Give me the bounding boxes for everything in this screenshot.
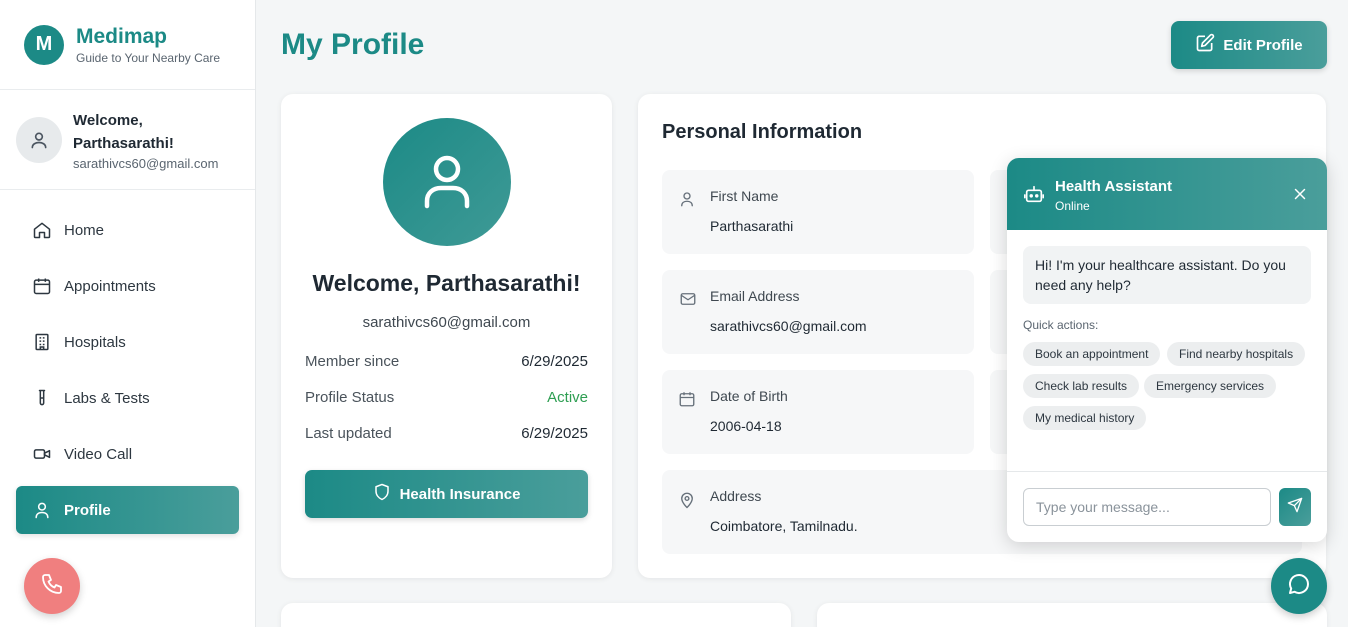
building-icon [32,332,52,352]
user-avatar-icon [16,116,62,163]
brand: M Medimap Guide to Your Nearby Care [0,0,255,90]
sidebar-item-appointments[interactable]: Appointments [16,262,239,310]
quick-action-lab-results[interactable]: Check lab results [1023,374,1140,398]
status-badge: Active [547,389,588,406]
shield-icon [373,482,400,506]
dob-field: Date of Birth 2006-04-18 [662,370,974,454]
mail-icon [678,290,698,310]
brand-logo: M [24,24,64,65]
sidebar-nav: Home Appointments Hospitals Labs & Tests… [0,190,255,534]
sidebar-item-video-call[interactable]: Video Call [16,430,239,478]
field-label: Address [710,488,762,504]
chat-message-input[interactable] [1023,488,1271,526]
health-assistant-chat: Health Assistant Online Hi! I'm your hea… [1007,158,1327,542]
profile-avatar-icon [383,118,511,246]
bottom-card-left [281,603,791,627]
quick-action-find-hospitals[interactable]: Find nearby hospitals [1167,342,1306,366]
personal-info-title: Personal Information [662,121,863,143]
edit-icon [1195,33,1223,57]
profile-email: sarathivcs60@gmail.com [362,314,531,331]
user-icon [678,190,698,210]
quick-actions-label: Quick actions: [1023,318,1099,332]
first-name-field: First Name Parthasarathi [662,170,974,254]
chat-status: Online [1055,199,1090,213]
user-email: sarathivcs60@gmail.com [73,155,219,171]
chat-bubble-icon [1287,572,1311,601]
last-updated-row: Last updated 6/29/2025 [305,425,588,442]
field-label: Email Address [710,288,800,304]
field-label: First Name [710,188,779,204]
row-value: 6/29/2025 [521,425,588,442]
send-button[interactable] [1279,488,1311,526]
quick-action-book-appointment[interactable]: Book an appointment [1023,342,1161,366]
sidebar-item-label: Labs & Tests [64,389,150,407]
brand-tagline: Guide to Your Nearby Care [76,50,221,65]
row-label: Profile Status [305,389,395,406]
edit-profile-label: Edit Profile [1223,36,1303,54]
chat-divider [1007,471,1327,472]
emergency-call-button[interactable] [24,558,80,614]
phone-icon [40,572,64,601]
email-field: Email Address sarathivcs60@gmail.com [662,270,974,354]
home-icon [32,220,52,240]
user-welcome: Welcome, Parthasarathi! [73,111,174,152]
test-tube-icon [32,388,52,408]
chat-toggle-button[interactable] [1271,558,1327,614]
row-value: 6/29/2025 [521,353,588,370]
calendar-icon [678,390,698,410]
field-value: sarathivcs60@gmail.com [710,318,867,334]
health-insurance-label: Health Insurance [399,485,521,503]
send-icon [1287,497,1303,518]
sidebar-item-labs[interactable]: Labs & Tests [16,374,239,422]
chat-title: Health Assistant [1055,178,1172,195]
profile-card: Welcome, Parthasarathi! sarathivcs60@gma… [281,94,612,578]
video-icon [32,444,52,464]
member-since-row: Member since 6/29/2025 [305,353,588,370]
sidebar-item-label: Hospitals [64,333,126,351]
health-insurance-button[interactable]: Health Insurance [305,470,588,518]
brand-name: Medimap [76,24,168,48]
user-summary: Welcome, Parthasarathi! sarathivcs60@gma… [0,90,255,190]
calendar-icon [32,276,52,296]
field-value: Coimbatore, Tamilnadu. [710,518,858,534]
map-pin-icon [678,490,698,510]
profile-status-row: Profile Status Active [305,389,588,406]
field-value: Parthasarathi [710,218,794,234]
user-icon [32,500,52,520]
sidebar-item-label: Appointments [64,277,156,295]
sidebar-item-home[interactable]: Home [16,206,239,254]
row-label: Member since [305,353,400,370]
profile-welcome: Welcome, Parthasarathi! [312,270,581,296]
page-title: My Profile [281,28,425,61]
sidebar-item-label: Video Call [64,445,133,463]
chat-header: Health Assistant Online [1007,158,1327,230]
assistant-message: Hi! I'm your healthcare assistant. Do yo… [1023,246,1311,304]
sidebar: M Medimap Guide to Your Nearby Care Welc… [0,0,256,627]
close-icon[interactable] [1291,185,1309,208]
sidebar-item-label: Profile [64,501,111,519]
row-label: Last updated [305,425,392,442]
edit-profile-button[interactable]: Edit Profile [1171,21,1327,69]
field-value: 2006-04-18 [710,418,782,434]
bot-icon [1023,183,1045,210]
bottom-card-right [817,603,1327,627]
field-label: Date of Birth [710,388,788,404]
sidebar-item-label: Home [64,221,105,239]
quick-action-medical-history[interactable]: My medical history [1023,406,1147,430]
sidebar-item-hospitals[interactable]: Hospitals [16,318,239,366]
sidebar-item-profile[interactable]: Profile [16,486,239,534]
quick-action-emergency[interactable]: Emergency services [1144,374,1277,398]
